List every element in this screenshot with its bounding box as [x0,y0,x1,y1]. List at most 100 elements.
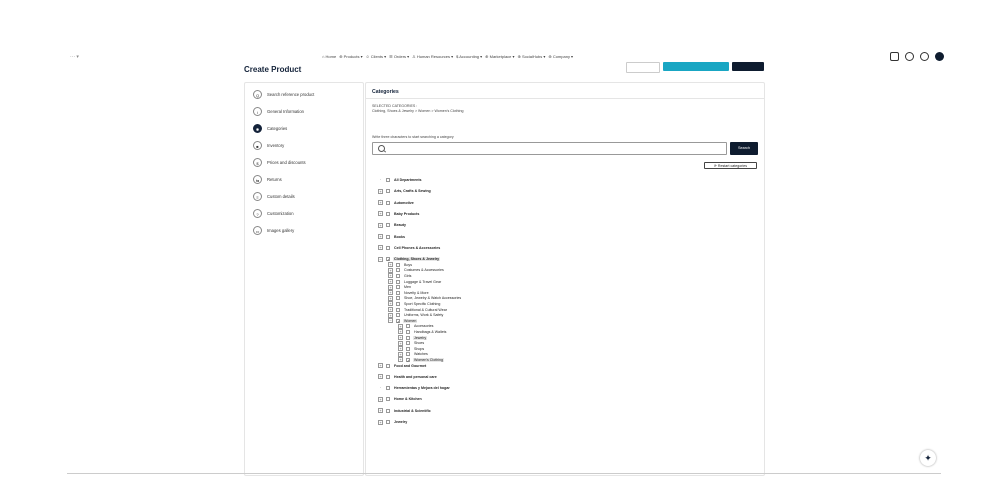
expand-icon[interactable]: + [378,245,383,251]
step-item[interactable]: $ Prices and discounts [253,156,363,168]
expand-icon[interactable]: · [378,385,383,391]
category-checkbox[interactable] [386,211,390,216]
category-checkbox[interactable] [406,324,410,329]
header-button-dark[interactable] [732,62,764,71]
expand-icon[interactable]: + [378,234,383,239]
expand-icon[interactable]: + [378,419,383,425]
expand-icon[interactable]: + [378,188,383,194]
category-row[interactable]: + Industrial & Scientific [378,408,432,414]
nav-item[interactable]: ⊕ Marketplace ▾ [485,54,514,59]
step-icon: ⇆ [253,174,262,184]
category-row[interactable]: + Cell Phones & Accessories [378,245,441,251]
category-checkbox[interactable] [386,420,390,424]
category-checkbox[interactable] [386,374,390,379]
category-checkbox[interactable] [386,234,390,239]
assistant-fab[interactable]: ✦ [920,450,936,466]
category-checkbox[interactable] [406,352,410,357]
category-row[interactable]: + Arts, Crafts & Sewing [378,188,432,194]
category-checkbox[interactable]: ✓ [386,257,390,262]
category-checkbox[interactable] [396,296,400,301]
category-checkbox[interactable] [406,335,410,340]
nav-item[interactable]: $ Accounting ▾ [456,54,482,59]
step-item[interactable]: ✱ Categories [253,122,363,134]
bell-icon[interactable] [905,52,914,61]
category-row[interactable]: + Jewelry [378,419,408,425]
restart-categories-button[interactable]: ⟳ Restart categories [704,162,757,169]
nav-item[interactable]: ⌂ Home [322,54,336,59]
category-row[interactable]: + Automotive [378,200,415,206]
category-checkbox[interactable] [386,223,390,228]
category-checkbox[interactable] [396,290,400,295]
collapse-icon[interactable]: − [388,318,393,324]
nav-item[interactable]: ⊕ Company ▾ [548,54,573,59]
category-row[interactable]: + Beauty [378,222,407,228]
expand-icon[interactable]: + [378,396,383,402]
step-item[interactable]: Q Search reference product [253,88,363,100]
category-row[interactable]: · Herramientas y Mejora del hogar [378,385,451,391]
step-item[interactable]: ? Customization [253,207,363,219]
category-checkbox[interactable] [386,408,390,413]
nav-item[interactable]: ☰ Orders ▾ [389,54,409,59]
footer-divider [67,473,941,474]
category-checkbox[interactable] [406,329,410,334]
document-icon[interactable] [890,52,899,61]
nav-item[interactable]: ⊕ SocialHubs ▾ [518,54,546,59]
main-nav: ⌂ Home ⊕ Products ▾ ☺ Clients ▾ ☰ Orders ▾ ♙… [322,54,576,59]
category-label: Handbags & Wallets [414,329,447,334]
collapse-icon[interactable]: − [378,256,383,262]
expand-icon[interactable]: + [378,363,383,368]
category-checkbox[interactable] [386,386,390,391]
expand-icon[interactable]: · [378,177,383,183]
category-search-input[interactable] [372,142,727,155]
category-checkbox[interactable] [396,285,400,290]
category-row[interactable]: · All Departments [378,177,423,183]
user-avatar[interactable] [935,52,944,61]
step-label: Search reference product [267,91,315,97]
nav-item[interactable]: ⊕ Products ▾ [339,54,362,59]
category-checkbox[interactable] [396,262,400,267]
nav-item[interactable]: ☺ Clients ▾ [366,54,387,59]
expand-icon[interactable]: + [378,211,383,217]
category-checkbox[interactable] [396,279,400,284]
category-checkbox[interactable] [396,307,400,312]
header-button-secondary[interactable] [626,62,660,73]
category-checkbox[interactable]: ✓ [396,318,400,324]
app-logo-menu[interactable]: ··· ▾ [70,54,79,60]
category-checkbox[interactable] [386,245,390,250]
header-button-primary[interactable] [663,62,729,71]
category-checkbox[interactable] [386,397,390,402]
category-row[interactable]: + Baby Products [378,211,420,217]
expand-icon[interactable]: + [378,374,383,380]
category-checkbox[interactable] [406,341,410,346]
category-checkbox[interactable] [386,178,390,182]
category-label: Girls [404,273,412,278]
step-item[interactable]: ⇆ Returns [253,173,363,185]
search-button[interactable]: Search [730,142,758,155]
category-row[interactable]: + Books [378,234,406,240]
expand-icon[interactable]: + [378,408,383,414]
category-checkbox[interactable] [386,200,390,205]
step-item[interactable]: ■ Inventory [253,139,363,151]
category-label: Books [394,234,405,239]
step-item[interactable]: ≡ Custom details [253,190,363,202]
step-item[interactable]: i General Information [253,105,363,117]
category-checkbox[interactable] [386,363,390,368]
category-checkbox[interactable] [396,301,400,306]
category-checkbox[interactable] [406,346,410,351]
category-checkbox[interactable] [396,313,400,318]
expand-icon[interactable]: + [378,222,383,228]
expand-icon[interactable]: + [378,200,383,206]
category-row[interactable]: + Food and Gourmet [378,363,427,369]
category-row[interactable]: + Health and personal care [378,374,438,380]
category-row[interactable]: + Home & Kitchen [378,396,423,402]
nav-item[interactable]: ♙ Human Resources ▾ [412,54,453,59]
top-navigation-bar: ··· ▾ ⌂ Home ⊕ Products ▾ ☺ Clients ▾ ☰ Ord… [0,0,1000,61]
help-icon[interactable] [920,52,929,61]
step-label: Images gallery [267,227,295,233]
category-checkbox[interactable]: ✓ [406,357,410,363]
category-label: Herramientas y Mejora del hogar [394,386,450,391]
category-checkbox[interactable] [386,189,390,194]
step-item[interactable]: ▭ Images gallery [253,224,363,236]
category-checkbox[interactable] [396,268,400,273]
category-checkbox[interactable] [396,273,400,278]
